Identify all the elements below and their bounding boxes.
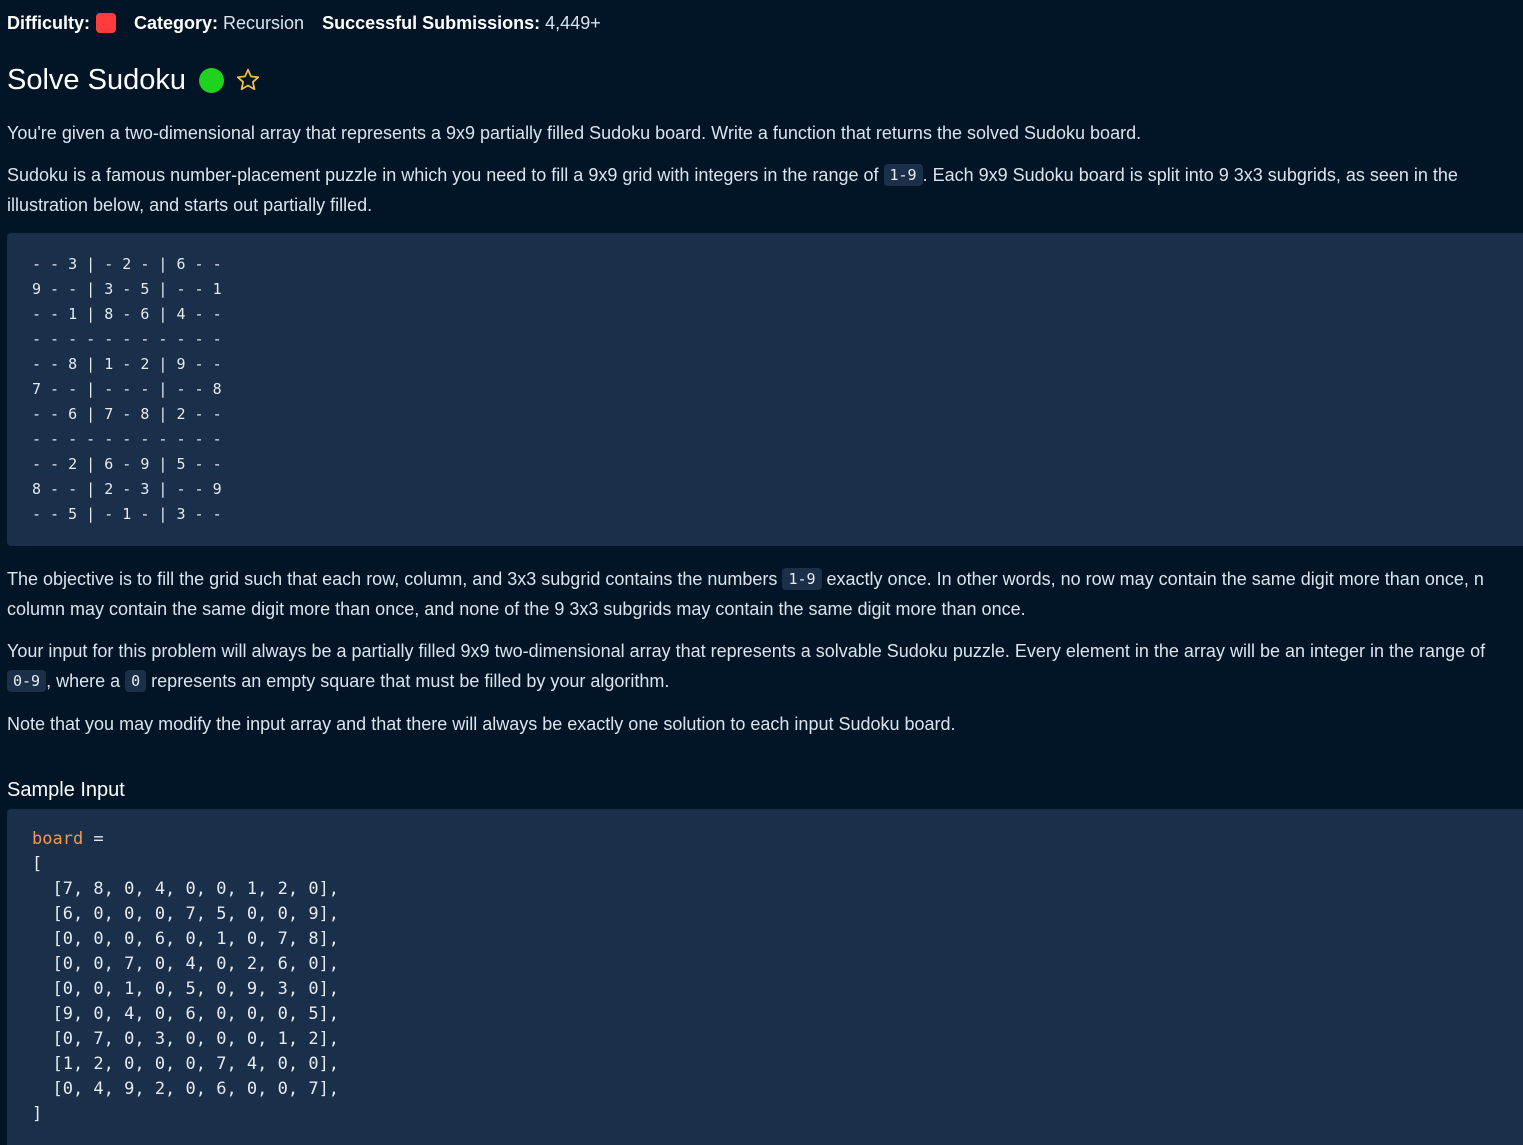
- page-title: Solve Sudoku: [7, 64, 186, 96]
- grid-line: - - 6 | 7 - 8 | 2 - -: [32, 405, 222, 423]
- assign-operator: =: [83, 829, 104, 849]
- code-line: board =: [32, 827, 1523, 852]
- text-span: exactly once. In other words, no row may…: [821, 569, 1484, 589]
- text-span: represents an empty square that must be …: [146, 671, 670, 691]
- difficulty-label: Difficulty:: [7, 13, 90, 33]
- problem-page: Difficulty: Category: Recursion Successf…: [0, 0, 1523, 1145]
- code-line: [: [32, 854, 43, 874]
- sudoku-illustration: - - 3 | - 2 - | 6 - - 9 - - | 3 - 5 | - -…: [7, 233, 1523, 546]
- grid-line: - - 3 | - 2 - | 6 - -: [32, 255, 222, 273]
- text-span: column may contain the same digit more t…: [7, 599, 1026, 619]
- board-rows: [7, 8, 0, 4, 0, 0, 1, 2, 0], [6, 0, 0, 0…: [32, 877, 1523, 1102]
- grid-line: - - 8 | 1 - 2 | 9 - -: [32, 355, 222, 373]
- submissions-label: Successful Submissions:: [322, 13, 541, 33]
- text-span: . Each 9x9 Sudoku board is split into 9 …: [922, 165, 1458, 185]
- text-span: Sudoku is a famous number-placement puzz…: [7, 165, 884, 185]
- grid-line: 8 - - | 2 - 3 | - - 9: [32, 480, 222, 498]
- category-label: Category:: [134, 13, 219, 33]
- text-span: Your input for this problem will always …: [7, 641, 1486, 661]
- inline-code: 1-9: [883, 164, 923, 186]
- grid-line: - - - - - - - - - - -: [32, 430, 222, 448]
- inline-code: 0: [125, 670, 147, 692]
- star-icon[interactable]: [235, 67, 261, 93]
- completion-status-dot: [198, 67, 224, 93]
- sample-input-heading: Sample Input: [7, 779, 125, 801]
- variable-name: board: [32, 829, 84, 849]
- inline-code: 1-9: [782, 568, 822, 590]
- grid-line: 7 - - | - - - | - - 8: [32, 380, 222, 398]
- category-value: Recursion: [223, 13, 305, 33]
- description-paragraph-5: Note that you may modify the input array…: [7, 714, 956, 734]
- description-paragraph-3: The objective is to fill the grid such t…: [7, 564, 1484, 624]
- grid-line: - - 5 | - 1 - | 3 - -: [32, 505, 222, 523]
- inline-code: 0-9: [7, 670, 47, 692]
- board-row: [0, 0, 0, 6, 0, 1, 0, 7, 8],: [32, 929, 340, 949]
- board-row: [0, 0, 1, 0, 5, 0, 9, 3, 0],: [32, 979, 340, 999]
- board-row: [0, 7, 0, 3, 0, 0, 0, 1, 2],: [32, 1029, 340, 1049]
- code-line: ]: [32, 1104, 43, 1124]
- board-row: [7, 8, 0, 4, 0, 0, 1, 2, 0],: [32, 879, 340, 899]
- description-paragraph-1: You're given a two-dimensional array tha…: [7, 123, 1142, 143]
- description-paragraph-4: Your input for this problem will always …: [7, 636, 1485, 696]
- grid-line: 9 - - | 3 - 5 | - - 1: [32, 280, 222, 298]
- title-row: Solve Sudoku: [7, 60, 261, 100]
- sample-input-code: board =[ [7, 8, 0, 4, 0, 0, 1, 2, 0], [6…: [7, 809, 1523, 1145]
- board-row: [6, 0, 0, 0, 7, 5, 0, 0, 9],: [32, 904, 340, 924]
- grid-line: - - 2 | 6 - 9 | 5 - -: [32, 455, 222, 473]
- text-span: , where a: [46, 671, 126, 691]
- grid-line: - - 1 | 8 - 6 | 4 - -: [32, 305, 222, 323]
- board-row: [0, 4, 9, 2, 0, 6, 0, 0, 7],: [32, 1079, 340, 1099]
- description-paragraph-2: Sudoku is a famous number-placement puzz…: [7, 160, 1458, 220]
- board-row: [0, 0, 7, 0, 4, 0, 2, 6, 0],: [32, 954, 340, 974]
- problem-meta-bar: Difficulty: Category: Recursion Successf…: [7, 11, 601, 35]
- text-span: illustration below, and starts out parti…: [7, 195, 373, 215]
- grid-line: - - - - - - - - - - -: [32, 330, 222, 348]
- text-span: The objective is to fill the grid such t…: [7, 569, 783, 589]
- difficulty-indicator: [96, 13, 116, 33]
- board-row: [1, 2, 0, 0, 0, 7, 4, 0, 0],: [32, 1054, 340, 1074]
- board-row: [9, 0, 4, 0, 6, 0, 0, 0, 5],: [32, 1004, 340, 1024]
- submissions-value: 4,449+: [545, 13, 601, 33]
